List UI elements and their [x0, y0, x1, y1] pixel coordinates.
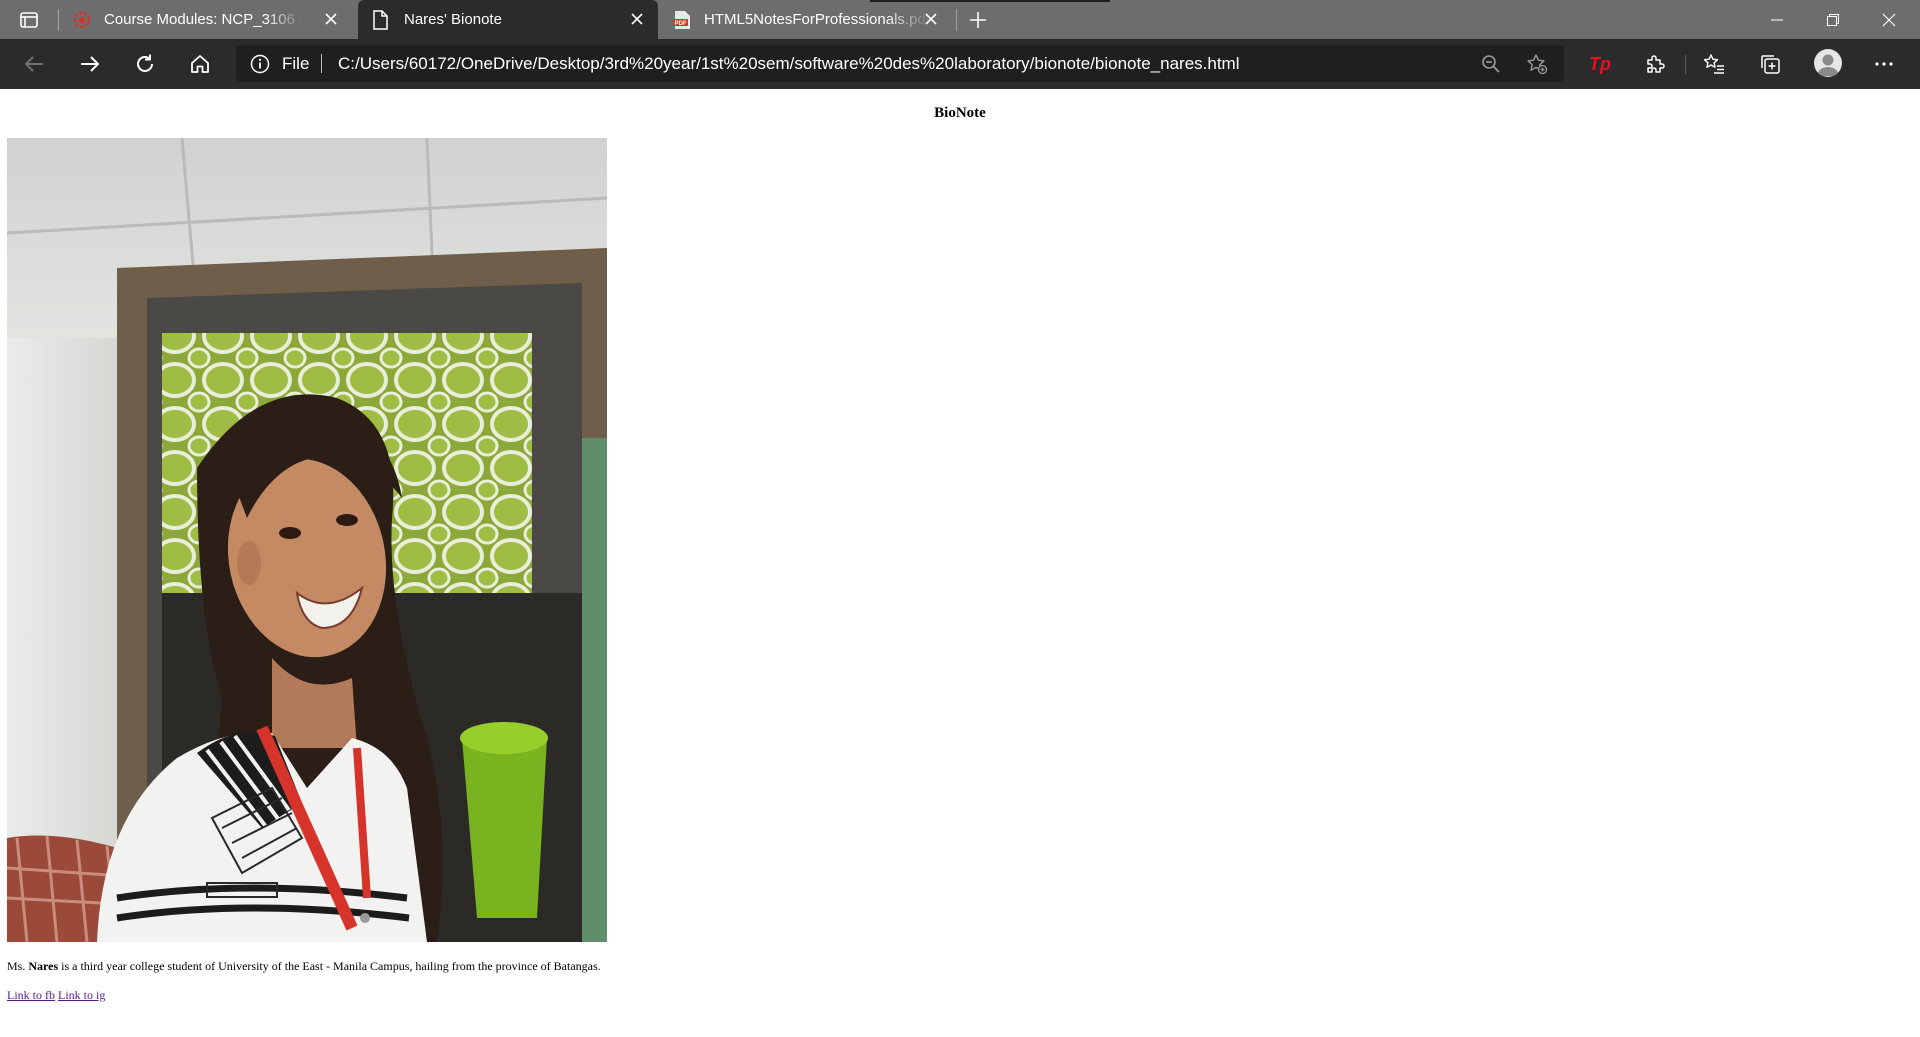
url-text[interactable]: C:/Users/60172/OneDrive/Desktop/3rd%20ye…	[338, 45, 1240, 82]
site-info-icon[interactable]	[250, 54, 270, 74]
new-tab-button[interactable]	[966, 8, 990, 32]
back-button[interactable]	[21, 51, 47, 77]
address-separator	[321, 54, 322, 73]
tab-separator	[956, 9, 957, 31]
zoom-out-icon[interactable]	[1480, 53, 1502, 75]
tab-title: HTML5NotesForProfessionals.pdf	[704, 11, 930, 28]
close-window-button[interactable]	[1866, 0, 1912, 39]
facebook-link[interactable]: Link to fb	[7, 988, 55, 1002]
more-dots-icon	[1875, 62, 1893, 66]
settings-menu-button[interactable]	[1871, 51, 1897, 77]
minimize-button[interactable]	[1754, 0, 1800, 39]
close-tab-icon[interactable]	[628, 10, 646, 28]
bio-paragraph: Ms. Nares is a third year college studen…	[7, 959, 601, 974]
extension-tp-button[interactable]: Tp	[1587, 51, 1613, 77]
refresh-icon	[137, 54, 153, 72]
address-bar[interactable]: File C:/Users/60172/OneDrive/Desktop/3rd…	[236, 45, 1564, 82]
svg-text:PDF: PDF	[675, 21, 687, 27]
tab-actions-icon	[20, 12, 38, 28]
user-avatar-icon	[1817, 54, 1839, 76]
restore-icon	[1827, 13, 1839, 26]
profile-photo	[7, 138, 607, 942]
extensions-button[interactable]	[1642, 51, 1668, 77]
social-links: Link to fb Link to ig	[7, 988, 105, 1003]
collections-button[interactable]	[1757, 51, 1783, 77]
page-title: BioNote	[934, 105, 986, 121]
tab-title: Nares' Bionote	[404, 11, 502, 28]
plus-icon	[970, 12, 986, 28]
browser-toolbar: File C:/Users/60172/OneDrive/Desktop/3rd…	[0, 39, 1920, 89]
tab-separator	[58, 9, 59, 31]
page-content: BioNote Ms. Nares is a third year colleg…	[0, 89, 1920, 1037]
bio-text: is a third year college student of Unive…	[58, 959, 601, 973]
profile-avatar[interactable]	[1814, 49, 1842, 77]
tab-actions-button[interactable]	[14, 8, 44, 32]
minimize-icon	[1771, 19, 1783, 20]
tab-strip: Course Modules: NCP_3106 : Software Desi…	[0, 0, 1920, 39]
add-favorite-star-icon[interactable]	[1526, 53, 1548, 75]
tab-html5-notes-pdf[interactable]: PDF HTML5NotesForProfessionals.pdf	[662, 0, 952, 39]
close-tab-icon[interactable]	[322, 10, 340, 28]
bio-name: Nares	[28, 959, 59, 973]
close-icon	[1882, 13, 1896, 26]
forward-arrow-icon	[81, 56, 100, 72]
tab-nares-bionote[interactable]: Nares' Bionote	[358, 0, 658, 39]
favorites-list-icon	[1703, 54, 1724, 74]
close-tab-icon[interactable]	[922, 10, 940, 28]
toolbar-separator	[1685, 55, 1686, 75]
document-icon	[370, 9, 390, 30]
bio-prefix: Ms.	[7, 959, 29, 973]
favorites-button[interactable]	[1701, 51, 1727, 77]
instagram-link[interactable]: Link to ig	[58, 988, 105, 1002]
scheme-label: File	[282, 54, 310, 73]
tab-course-modules[interactable]: Course Modules: NCP_3106 : Software Desi…	[62, 0, 352, 39]
forward-button[interactable]	[77, 51, 103, 77]
back-arrow-icon	[24, 56, 43, 72]
puzzle-piece-icon	[1647, 55, 1665, 73]
home-button[interactable]	[187, 51, 213, 77]
pdf-icon: PDF	[672, 10, 692, 30]
moodle-favicon-icon	[72, 10, 92, 30]
home-icon	[191, 55, 209, 73]
refresh-button[interactable]	[132, 51, 158, 77]
restore-button[interactable]	[1810, 0, 1856, 39]
collections-icon	[1761, 55, 1780, 74]
tab-title: Course Modules: NCP_3106 : Software Desi…	[104, 11, 304, 28]
